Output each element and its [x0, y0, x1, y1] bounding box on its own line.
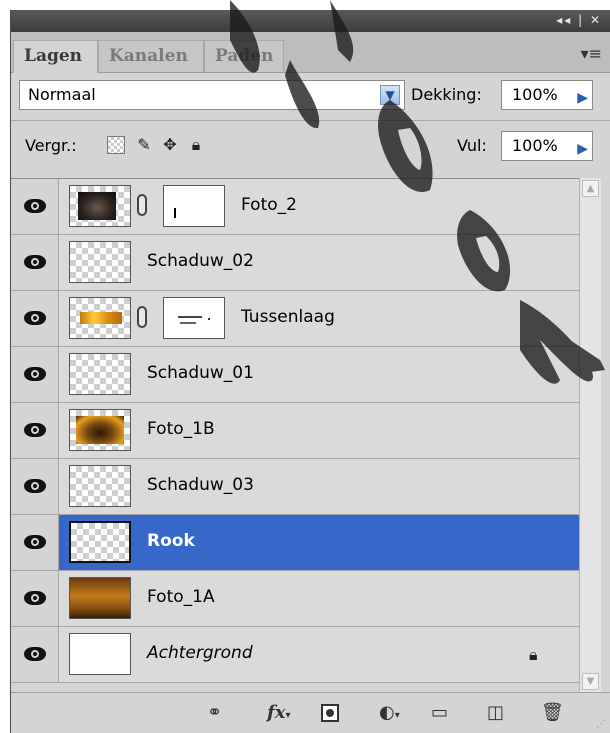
link-icon[interactable]	[137, 306, 147, 328]
visibility-toggle[interactable]	[11, 179, 59, 234]
fill-value: 100%	[512, 136, 558, 155]
layer-row[interactable]: Schaduw_03	[11, 459, 579, 515]
tab-lagen[interactable]: Lagen	[13, 40, 98, 73]
fill-arrow-icon[interactable]: ▶	[577, 135, 588, 163]
panel-titlebar: ◂◂ | ✕	[11, 10, 610, 32]
layer-thumbnail	[69, 577, 131, 619]
layer-thumbnail	[69, 241, 131, 283]
new-layer-icon[interactable]: ◫	[487, 701, 504, 725]
visibility-toggle[interactable]	[11, 291, 59, 346]
eye-icon	[24, 311, 46, 325]
opacity-value: 100%	[512, 85, 558, 104]
group-folder-icon[interactable]: ▭	[431, 701, 448, 725]
layer-row[interactable]: Foto_1A	[11, 571, 579, 627]
tab-kanalen[interactable]: Kanalen	[98, 40, 204, 72]
layer-name: Schaduw_02	[147, 251, 254, 271]
visibility-toggle[interactable]	[11, 627, 59, 682]
layer-row[interactable]: Foto_2	[11, 179, 579, 235]
eye-icon	[24, 535, 46, 549]
visibility-toggle[interactable]	[11, 403, 59, 458]
visibility-toggle[interactable]	[11, 347, 59, 402]
layer-row-selected[interactable]: Rook	[11, 515, 579, 571]
layer-thumbnail	[69, 185, 131, 227]
layer-mask-thumbnail[interactable]	[163, 297, 225, 339]
lock-label: Vergr.:	[25, 136, 77, 155]
layer-row[interactable]: Achtergrond 🔒︎	[11, 627, 579, 683]
layer-thumbnail	[69, 465, 131, 507]
fill-label: Vul:	[457, 136, 487, 155]
layer-row[interactable]: Foto_1B	[11, 403, 579, 459]
visibility-toggle[interactable]	[11, 515, 59, 570]
layer-name: Tussenlaag	[241, 307, 335, 327]
opacity-label: Dekking:	[411, 85, 482, 104]
eye-icon	[24, 591, 46, 605]
layer-thumbnail	[69, 409, 131, 451]
blend-mode-select[interactable]: Normaal ▼	[19, 80, 405, 110]
blend-opacity-row: Normaal ▼ Dekking: 100% ▶	[11, 72, 610, 116]
add-mask-icon[interactable]	[321, 704, 339, 722]
eye-icon	[24, 479, 46, 493]
eye-icon	[24, 423, 46, 437]
layer-thumbnail	[69, 521, 131, 563]
layer-name: Schaduw_03	[147, 475, 254, 495]
visibility-toggle[interactable]	[11, 235, 59, 290]
panel-footer: ⚭ fx▾ ◐▾ ▭ ◫ 🗑︎ ⋰	[11, 692, 610, 733]
blend-mode-value: Normaal	[28, 85, 96, 104]
layer-thumbnail	[69, 353, 131, 395]
layer-thumbnail	[69, 633, 131, 675]
scroll-up-icon[interactable]: ▲	[582, 180, 599, 197]
fx-icon[interactable]: fx▾	[267, 701, 291, 725]
lock-icon: 🔒︎	[529, 645, 538, 664]
trash-icon[interactable]: 🗑︎	[541, 701, 564, 725]
adjustment-layer-icon[interactable]: ◐▾	[379, 701, 400, 725]
layers-panel: ◂◂ | ✕ Lagen Kanalen Paden ▾≡ Normaal ▼ …	[10, 10, 610, 733]
layer-row[interactable]: Schaduw_01	[11, 347, 579, 403]
panel-window-controls[interactable]: ◂◂ | ✕	[556, 13, 602, 27]
layer-row[interactable]: Schaduw_02	[11, 235, 579, 291]
layer-mask-thumbnail[interactable]	[163, 185, 225, 227]
lock-fill-row: Vergr.: ✎ ✥ 🔒︎ Vul: 100% ▶	[11, 125, 610, 167]
layer-name: Rook	[147, 531, 195, 551]
scroll-down-icon[interactable]: ▼	[582, 673, 599, 690]
panel-menu-icon[interactable]: ▾≡	[581, 44, 602, 63]
layer-name: Foto_1A	[147, 587, 215, 607]
lock-all-icon[interactable]: 🔒︎	[187, 136, 205, 154]
visibility-toggle[interactable]	[11, 571, 59, 626]
lock-brush-icon[interactable]: ✎	[135, 136, 153, 154]
lock-move-icon[interactable]: ✥	[161, 136, 179, 154]
fill-field[interactable]: 100% ▶	[501, 131, 593, 161]
chevron-down-icon[interactable]: ▼	[380, 85, 400, 105]
opacity-field[interactable]: 100% ▶	[501, 80, 593, 110]
resize-grip-icon[interactable]: ⋰	[596, 719, 606, 730]
visibility-toggle[interactable]	[11, 459, 59, 514]
divider	[11, 120, 610, 121]
layers-scrollbar[interactable]: ▲ ▼	[579, 178, 601, 692]
link-icon[interactable]	[137, 194, 147, 216]
opacity-arrow-icon[interactable]: ▶	[577, 84, 588, 112]
layer-name: Foto_1B	[147, 419, 215, 439]
tab-paden[interactable]: Paden	[204, 40, 284, 72]
eye-icon	[24, 255, 46, 269]
eye-icon	[24, 199, 46, 213]
layer-row[interactable]: Tussenlaag	[11, 291, 579, 347]
layers-list: Foto_2 Schaduw_02 Tussenlaag Schaduw_01 …	[11, 178, 579, 693]
layer-name: Schaduw_01	[147, 363, 254, 383]
eye-icon	[24, 647, 46, 661]
lock-transparency-icon[interactable]	[107, 136, 125, 154]
layer-thumbnail	[69, 297, 131, 339]
eye-icon	[24, 367, 46, 381]
layer-name: Achtergrond	[147, 643, 253, 663]
panel-tabs: Lagen Kanalen Paden ▾≡	[11, 32, 610, 73]
layer-name: Foto_2	[241, 195, 297, 215]
link-layers-icon[interactable]: ⚭	[207, 701, 222, 725]
